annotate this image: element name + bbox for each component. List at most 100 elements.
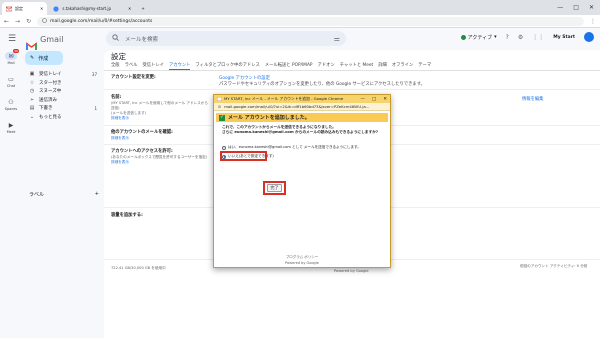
rail-label: Meet <box>6 130 16 134</box>
tab-general[interactable]: 全般 <box>111 62 120 70</box>
other-accounts-details-link[interactable]: 詳細を表示 <box>111 136 129 141</box>
gear-icon[interactable]: ⚙ <box>518 34 523 41</box>
add-account-popup-window: MY START, Inc メール - メール アカウントを追加 - Googl… <box>213 94 391 268</box>
gmail-logo[interactable]: Gmail <box>25 35 63 50</box>
popup-body: ✓ メール アカウントを追加しました。 これで、このアカウントからメールを送信で… <box>214 111 390 268</box>
sidebar-item-label: スヌーズ中 <box>39 89 62 95</box>
edit-info-link[interactable]: 情報を編集 <box>522 96 543 102</box>
sidebar-item-label: スター付き <box>39 80 62 86</box>
radio-yes-option[interactable]: はい、eunoma.kaneshi@gmail.com として メールを送信でき… <box>222 145 361 150</box>
pencil-icon: ✎ <box>30 55 35 61</box>
grant-access-label: アカウントへのアクセスを許可: <box>111 149 173 154</box>
address-bar[interactable]: mail.google.com/mail/u/0/#settings/accou… <box>37 16 584 26</box>
avatar[interactable] <box>584 32 594 42</box>
check-other-accounts-label: 他のアカウントのメールを確認: <box>111 130 173 135</box>
site-info-icon[interactable] <box>42 17 47 25</box>
close-window-icon[interactable]: ✕ <box>589 4 594 11</box>
add-label-icon[interactable]: + <box>95 191 99 198</box>
sidebar-item-sent[interactable]: ➢ 送信済み <box>22 96 100 105</box>
minimize-icon[interactable]: — <box>557 4 563 11</box>
compose-label: 作成 <box>38 55 49 62</box>
popup-line-2: さらに eunoma.kaneshi@gmail.com からのメールの読み込み… <box>222 130 378 134</box>
rail-item-chat[interactable]: ▭ Chat <box>5 75 17 89</box>
help-icon[interactable]: ? <box>506 34 509 41</box>
account-description: パスワードやセキュリティのオプションを変更したり、他の Google サービスに… <box>219 82 425 87</box>
status-selector[interactable]: アクティブ ▾ <box>460 34 497 41</box>
rail-item-meet[interactable]: ▶ Meet <box>5 121 17 135</box>
popup-footer: プログラム ポリシー Powered by Google <box>214 255 390 268</box>
minimize-icon[interactable]: — <box>360 97 365 102</box>
account-brand-label: My Start <box>553 34 575 40</box>
kebab-menu-icon[interactable]: ⋮ <box>590 18 596 25</box>
sidebar-item-drafts[interactable]: ▤ 下書き 1 <box>22 104 100 113</box>
hamburger-menu-icon[interactable]: ☰ <box>8 34 16 44</box>
draft-icon: ▤ <box>29 105 35 112</box>
close-window-icon[interactable]: ✕ <box>383 97 387 102</box>
back-icon[interactable]: ← <box>4 18 9 25</box>
browser-toolbar: ← → ↻ mail.google.com/mail/u/0/#settings… <box>0 15 600 28</box>
add-storage-label: 容量を追加する: <box>111 213 143 218</box>
close-tab-icon[interactable]: ✕ <box>40 6 43 11</box>
chat-icon: ▭ <box>8 75 14 83</box>
inbox-icon: ▣ <box>29 71 35 78</box>
popup-heading: ✓ メール アカウントを追加しました。 <box>216 113 388 122</box>
tab-inbox[interactable]: 受信トレイ <box>142 62 163 70</box>
sidebar-item-inbox[interactable]: ▣ 受信トレイ 37 <box>22 70 100 79</box>
send-icon: ➢ <box>29 96 35 103</box>
tab-offline[interactable]: オフライン <box>392 62 413 70</box>
divider <box>104 89 600 90</box>
rail-label: Spaces <box>4 107 18 111</box>
chevron-down-icon: ⌄ <box>29 113 35 120</box>
video-camera-icon: ▶ <box>8 121 14 129</box>
popup-window-title: MY START, Inc メール - メール アカウントを追加 - Googl… <box>224 96 344 101</box>
sidebar-item-count: 1 <box>94 105 97 111</box>
tab-themes[interactable]: テーマ <box>418 62 431 70</box>
powered-by-google: Powered by Google <box>334 269 369 273</box>
rail-label: Mail <box>7 61 15 65</box>
rail-item-mail[interactable]: ✉ 36 Mail <box>5 49 19 65</box>
tab-filters[interactable]: フィルタとブロック中のアドレス <box>195 62 259 70</box>
header-right: アクティブ ▾ ? ⚙ ⋮⋮ My Start <box>460 32 594 42</box>
gmail-header: ☰ Gmail メールを検索 ⚌ アクティブ ▾ ? ⚙ ⋮⋮ My Start <box>0 28 600 50</box>
name-sub-text: (MY START, Inc メールを使用して他のメール アドレスから送信) <box>111 101 208 110</box>
search-options-icon[interactable]: ⚌ <box>334 35 340 43</box>
name-label: 名前: <box>111 95 122 100</box>
apps-grid-icon[interactable]: ⋮⋮ <box>532 34 544 41</box>
highlight-box-finish <box>263 181 286 195</box>
sidebar-item-starred[interactable]: ☆ スター付き <box>22 79 100 88</box>
tab-addons[interactable]: アドオン <box>318 62 335 70</box>
tab-labels[interactable]: ラベル <box>125 62 138 70</box>
highlight-box-radio <box>220 151 267 161</box>
forward-icon[interactable]: → <box>15 18 20 25</box>
browser-tab-account[interactable]: s.takahashi@my-start.jp ✕ <box>49 2 135 15</box>
tab-accounts[interactable]: アカウント <box>168 62 191 70</box>
window-controls: — □ ✕ <box>557 4 600 11</box>
new-tab-button[interactable]: + <box>137 2 148 15</box>
maximize-icon[interactable]: □ <box>573 4 579 11</box>
sidebar-item-more[interactable]: ⌄ もっと見る <box>22 113 100 122</box>
rail-item-spaces[interactable]: ⚇ Spaces <box>4 98 18 112</box>
maximize-icon[interactable]: □ <box>372 97 376 102</box>
reload-icon[interactable]: ↻ <box>26 18 31 25</box>
unread-badge: 36 <box>13 49 19 53</box>
compose-button[interactable]: ✎ 作成 <box>25 51 63 65</box>
divider <box>104 70 600 71</box>
radio-yes[interactable] <box>222 145 226 150</box>
browser-tab-settings[interactable]: 設定 ✕ <box>2 2 48 15</box>
sidebar-nav: ▣ 受信トレイ 37 ☆ スター付き ◷ スヌーズ中 ➢ 送信済み ▤ 下書き … <box>22 70 100 121</box>
name-details-link[interactable]: 詳細を表示 <box>111 116 129 121</box>
search-bar[interactable]: メールを検索 ⚌ <box>106 31 346 46</box>
spaces-icon: ⚇ <box>8 98 14 106</box>
grant-access-details-link[interactable]: 詳細を表示 <box>111 160 129 165</box>
tab-advanced[interactable]: 詳細 <box>378 62 387 70</box>
close-tab-icon[interactable]: ✕ <box>128 6 131 11</box>
popup-address-bar[interactable]: ⊙ mail.google.com/mail/u/0/?ui=2&ik=dff1… <box>214 103 390 111</box>
page-title: 設定 <box>111 52 126 61</box>
popup-policy-link[interactable]: プログラム ポリシー <box>286 255 319 260</box>
search-icon[interactable] <box>112 34 119 43</box>
sidebar-item-snoozed[interactable]: ◷ スヌーズ中 <box>22 87 100 96</box>
sidebar-item-label: 送信済み <box>39 97 57 103</box>
search-input[interactable]: メールを検索 <box>125 35 158 43</box>
tab-chat-meet[interactable]: チャットと Meet <box>340 62 374 70</box>
tab-forwarding[interactable]: メール転送と POP/IMAP <box>265 62 313 70</box>
